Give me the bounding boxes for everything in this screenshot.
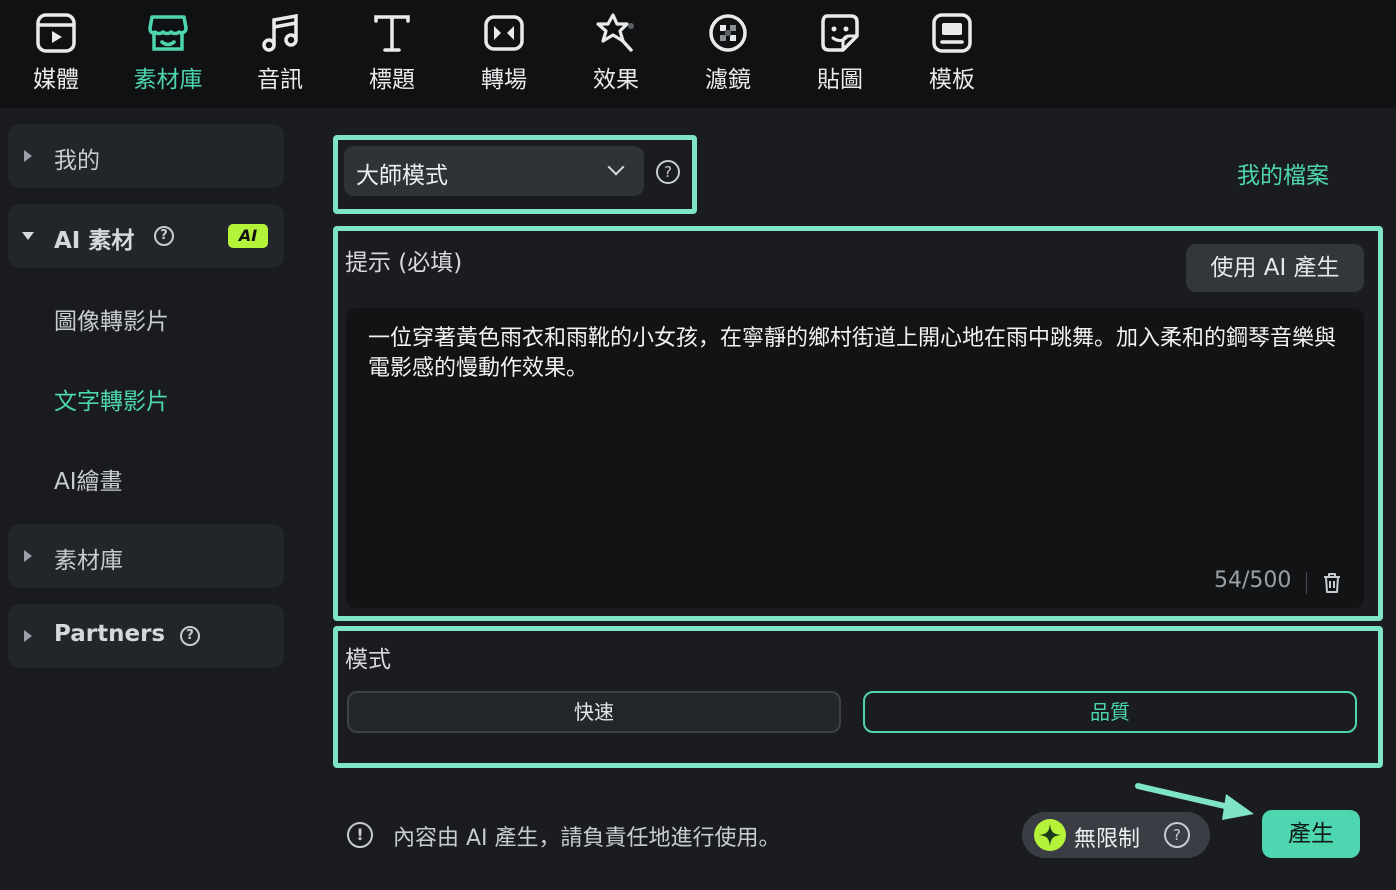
help-icon[interactable]: ? xyxy=(1164,822,1190,848)
ai-disclaimer-notice: 內容由 AI 產生，請負責任地進行使用。 xyxy=(393,826,781,851)
transition-icon xyxy=(483,12,525,54)
info-icon: ! xyxy=(347,822,373,848)
sidebar-item-ai-painting[interactable]: AI繪畫 xyxy=(54,462,123,496)
title-text-icon xyxy=(371,12,413,54)
mode-label: 模式 xyxy=(345,647,391,673)
sidebar-group-ai[interactable]: AI 素材 ? AI xyxy=(8,204,284,268)
store-icon xyxy=(147,12,189,54)
generation-mode-select[interactable]: 大師模式 xyxy=(344,146,644,196)
prompt-textarea[interactable]: 一位穿著黃色雨衣和雨靴的小女孩，在寧靜的鄉村街道上開心地在雨中跳舞。加入柔和的鋼… xyxy=(346,308,1364,608)
help-icon[interactable]: ? xyxy=(656,160,680,184)
ai-badge: AI xyxy=(228,224,268,248)
sparkle-icon xyxy=(1034,819,1066,851)
tab-stickers-label: 貼圖 xyxy=(817,67,863,93)
mode-quality-button[interactable]: 品質 xyxy=(863,691,1357,733)
character-counter: 54/500 xyxy=(1214,568,1292,593)
media-icon xyxy=(35,12,77,54)
sidebar-group-partners-label: Partners xyxy=(54,621,166,647)
trash-icon[interactable] xyxy=(1322,572,1342,594)
tab-filters-label: 濾鏡 xyxy=(705,67,751,93)
sidebar-group-library-label: 素材庫 xyxy=(54,548,123,574)
template-icon xyxy=(931,12,973,54)
sidebar-group-library[interactable]: 素材庫 xyxy=(8,524,284,588)
sticker-icon xyxy=(819,12,861,54)
tab-stickers[interactable]: 貼圖 xyxy=(790,0,890,108)
mode-fast-button[interactable]: 快速 xyxy=(347,691,841,733)
tab-media-label: 媒體 xyxy=(33,67,79,93)
sidebar-group-my[interactable]: 我的 xyxy=(8,124,284,188)
sidebar-group-my-label: 我的 xyxy=(54,148,100,174)
music-note-icon xyxy=(259,12,301,54)
generate-button[interactable]: 產生 xyxy=(1262,810,1360,858)
prompt-text: 一位穿著黃色雨衣和雨靴的小女孩，在寧靜的鄉村街道上開心地在雨中跳舞。加入柔和的鋼… xyxy=(368,326,1337,381)
sidebar-group-partners[interactable]: Partners ? xyxy=(8,604,284,668)
top-toolbar: 媒體 素材庫 音訊 標題 轉場 效果 濾鏡 貼圖 模板 xyxy=(0,0,1396,108)
prompt-label: 提示 (必填) xyxy=(345,250,463,276)
tab-templates-label: 模板 xyxy=(929,67,975,93)
tab-templates[interactable]: 模板 xyxy=(902,0,1002,108)
my-files-link[interactable]: 我的檔案 xyxy=(1237,156,1329,190)
caret-right-icon xyxy=(24,150,32,162)
caret-right-icon xyxy=(24,630,32,642)
unlimited-badge[interactable]: 無限制 ? xyxy=(1022,812,1210,858)
tab-titles[interactable]: 標題 xyxy=(342,0,442,108)
tab-filters[interactable]: 濾鏡 xyxy=(678,0,778,108)
tab-transitions[interactable]: 轉場 xyxy=(454,0,554,108)
tab-effects-label: 效果 xyxy=(593,67,639,93)
sidebar-group-ai-label: AI 素材 xyxy=(54,228,135,254)
tab-effects[interactable]: 效果 xyxy=(566,0,666,108)
filter-icon xyxy=(707,12,749,54)
generation-mode-value: 大師模式 xyxy=(356,163,448,189)
effects-star-icon xyxy=(595,12,637,54)
divider xyxy=(1306,572,1307,594)
sidebar-item-image-to-video[interactable]: 圖像轉影片 xyxy=(54,302,169,336)
tab-titles-label: 標題 xyxy=(369,67,415,93)
help-icon[interactable]: ? xyxy=(180,626,200,646)
generate-with-ai-button[interactable]: 使用 AI 產生 xyxy=(1186,244,1364,292)
tab-stock-label: 素材庫 xyxy=(133,67,203,93)
sidebar: 我的 AI 素材 ? AI 圖像轉影片 文字轉影片 AI繪畫 素材庫 Partn… xyxy=(0,108,312,890)
unlimited-label: 無限制 xyxy=(1074,827,1141,852)
tab-audio-label: 音訊 xyxy=(257,67,303,93)
help-icon[interactable]: ? xyxy=(154,226,174,246)
tab-stock[interactable]: 素材庫 xyxy=(118,0,218,108)
sidebar-item-text-to-video[interactable]: 文字轉影片 xyxy=(54,382,169,416)
chevron-down-icon xyxy=(607,158,625,176)
caret-right-icon xyxy=(24,550,32,562)
tab-transitions-label: 轉場 xyxy=(481,67,527,93)
tab-media[interactable]: 媒體 xyxy=(6,0,106,108)
caret-down-icon xyxy=(22,232,34,240)
tab-audio[interactable]: 音訊 xyxy=(230,0,330,108)
